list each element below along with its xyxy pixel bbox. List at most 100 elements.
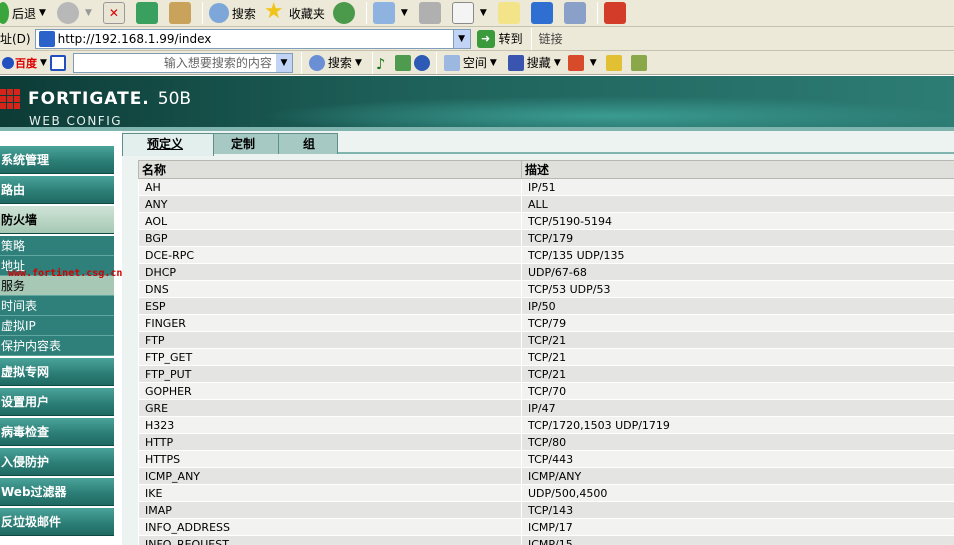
address-url[interactable]: http://192.168.1.99/index <box>58 32 453 46</box>
tab-custom[interactable]: 定制 <box>206 133 286 154</box>
chevron-down-icon[interactable]: ▼ <box>275 53 292 72</box>
nav-menu-firewall[interactable]: 防火墙 <box>0 206 114 234</box>
table-row[interactable]: BGP TCP/179 <box>138 229 954 247</box>
table-row[interactable]: FTP_GET TCP/21 <box>138 348 954 366</box>
discuss-button[interactable] <box>495 1 526 25</box>
service-name-cell[interactable]: FINGER <box>138 314 522 332</box>
chevron-down-icon[interactable]: ▼ <box>401 8 408 18</box>
nav-sub-protection-profile[interactable]: 保护内容表 <box>0 336 114 356</box>
service-name-cell[interactable]: AOL <box>138 212 522 230</box>
hide-button[interactable]: 搜藏 ▼ <box>504 54 568 71</box>
nav-menu-user[interactable]: 设置用户 <box>0 388 114 416</box>
image-icon[interactable] <box>394 54 411 71</box>
service-name-cell[interactable]: IMAP <box>138 501 522 519</box>
baidu-search-placeholder[interactable]: 输入想要搜索的内容 <box>74 54 276 71</box>
links-button[interactable]: 链接 <box>539 30 563 47</box>
chevron-down-icon[interactable]: ▼ <box>40 58 47 68</box>
table-row[interactable]: ANY ALL <box>138 195 954 213</box>
addon-button[interactable] <box>601 1 632 25</box>
service-name-cell[interactable]: AH <box>138 178 522 196</box>
home-button[interactable] <box>166 1 197 25</box>
service-name-cell[interactable]: HTTP <box>138 433 522 451</box>
nav-menu-antivirus[interactable]: 病毒检查 <box>0 418 114 446</box>
refresh-button[interactable] <box>133 1 164 25</box>
chevron-down-icon[interactable]: ▼ <box>590 58 597 68</box>
table-row[interactable]: DCE-RPC TCP/135 UDP/135 <box>138 246 954 264</box>
table-row[interactable]: ICMP_ANY ICMP/ANY <box>138 467 954 485</box>
favorites-button[interactable]: ★ 收藏夹 <box>261 1 328 25</box>
service-name-cell[interactable]: DCE-RPC <box>138 246 522 264</box>
chevron-down-icon[interactable]: ▼ <box>452 29 470 48</box>
service-name-cell[interactable]: GRE <box>138 399 522 417</box>
chevron-down-icon[interactable]: ▼ <box>490 58 497 68</box>
baidu-logo[interactable]: 百度 ▼ <box>2 55 50 71</box>
column-header-description[interactable]: 描述 <box>521 160 954 179</box>
service-name-cell[interactable]: FTP <box>138 331 522 349</box>
table-row[interactable]: DHCP UDP/67-68 <box>138 263 954 281</box>
nav-menu-vpn[interactable]: 虚拟专网 <box>0 358 114 386</box>
table-row[interactable]: ESP IP/50 <box>138 297 954 315</box>
service-name-cell[interactable]: ANY <box>138 195 522 213</box>
go-arrow-icon[interactable]: ➜ <box>476 29 495 48</box>
table-row[interactable]: DNS TCP/53 UDP/53 <box>138 280 954 298</box>
nav-menu-antispam[interactable]: 反垃圾邮件 <box>0 508 114 536</box>
column-header-name[interactable]: 名称 <box>138 160 522 179</box>
table-row[interactable]: HTTP TCP/80 <box>138 433 954 451</box>
tab-group[interactable]: 组 <box>278 133 338 154</box>
nav-menu-router[interactable]: 路由 <box>0 176 114 204</box>
tab-predefined[interactable]: 预定义 <box>122 133 214 156</box>
service-name-cell[interactable]: DNS <box>138 280 522 298</box>
research-button[interactable] <box>561 1 592 25</box>
translate-icon[interactable] <box>567 54 584 71</box>
service-name-cell[interactable]: FTP_PUT <box>138 365 522 383</box>
chevron-down-icon[interactable]: ▼ <box>554 58 561 68</box>
service-name-cell[interactable]: INFO_ADDRESS <box>138 518 522 536</box>
table-row[interactable]: IKE UDP/500,4500 <box>138 484 954 502</box>
search-button[interactable]: 搜索 <box>206 1 259 25</box>
ie-button[interactable] <box>528 1 559 25</box>
space-button[interactable]: 空间 ▼ <box>440 54 504 71</box>
nav-sub-service[interactable]: 服务 <box>0 276 114 296</box>
service-name-cell[interactable]: FTP_GET <box>138 348 522 366</box>
highlight-icon[interactable] <box>605 54 622 71</box>
stop-button[interactable]: ✕ <box>100 1 131 25</box>
service-name-cell[interactable]: IKE <box>138 484 522 502</box>
nav-sub-virtual-ip[interactable]: 虚拟IP <box>0 316 114 336</box>
table-row[interactable]: HTTPS TCP/443 <box>138 450 954 468</box>
service-name-cell[interactable]: INFO_REQUEST <box>138 535 522 545</box>
baidu-search-button[interactable]: 搜索 ▼ <box>305 54 369 71</box>
table-row[interactable]: GRE IP/47 <box>138 399 954 417</box>
table-row[interactable]: AOL TCP/5190-5194 <box>138 212 954 230</box>
service-name-cell[interactable]: DHCP <box>138 263 522 281</box>
table-row[interactable]: INFO_ADDRESS ICMP/17 <box>138 518 954 536</box>
nav-menu-web-filter[interactable]: Web过滤器 <box>0 478 114 506</box>
qq-icon[interactable] <box>413 54 430 71</box>
table-row[interactable]: AH IP/51 <box>138 178 954 196</box>
table-row[interactable]: INFO_REQUEST ICMP/15 <box>138 535 954 545</box>
music-icon[interactable]: ♪ <box>376 55 392 73</box>
nav-menu-ips[interactable]: 入侵防护 <box>0 448 114 476</box>
chevron-down-icon[interactable]: ▼ <box>85 8 92 18</box>
mail-button[interactable]: ▼ <box>370 1 414 25</box>
table-row[interactable]: H323 TCP/1720,1503 UDP/1719 <box>138 416 954 434</box>
nav-menu-system[interactable]: 系统管理 <box>0 146 114 174</box>
chevron-down-icon[interactable]: ▼ <box>480 8 487 18</box>
service-name-cell[interactable]: HTTPS <box>138 450 522 468</box>
nav-sub-schedule[interactable]: 时间表 <box>0 296 114 316</box>
settings-icon[interactable] <box>630 54 647 71</box>
history-button[interactable] <box>330 1 361 25</box>
nav-sub-policy[interactable]: 策略 <box>0 236 114 256</box>
service-name-cell[interactable]: ESP <box>138 297 522 315</box>
baidu-search-input[interactable]: 输入想要搜索的内容 ▼ <box>72 52 293 73</box>
edit-button[interactable]: ▼ <box>449 1 493 25</box>
chevron-down-icon[interactable]: ▼ <box>39 8 46 18</box>
table-row[interactable]: GOPHER TCP/70 <box>138 382 954 400</box>
service-name-cell[interactable]: ICMP_ANY <box>138 467 522 485</box>
table-row[interactable]: IMAP TCP/143 <box>138 501 954 519</box>
print-button[interactable] <box>416 1 447 25</box>
service-name-cell[interactable]: H323 <box>138 416 522 434</box>
forward-button[interactable]: ▼ <box>54 1 98 25</box>
chevron-down-icon[interactable]: ▼ <box>355 58 362 68</box>
back-button[interactable]: 后退 ▼ <box>0 1 52 25</box>
go-button[interactable]: 转到 <box>499 30 523 47</box>
